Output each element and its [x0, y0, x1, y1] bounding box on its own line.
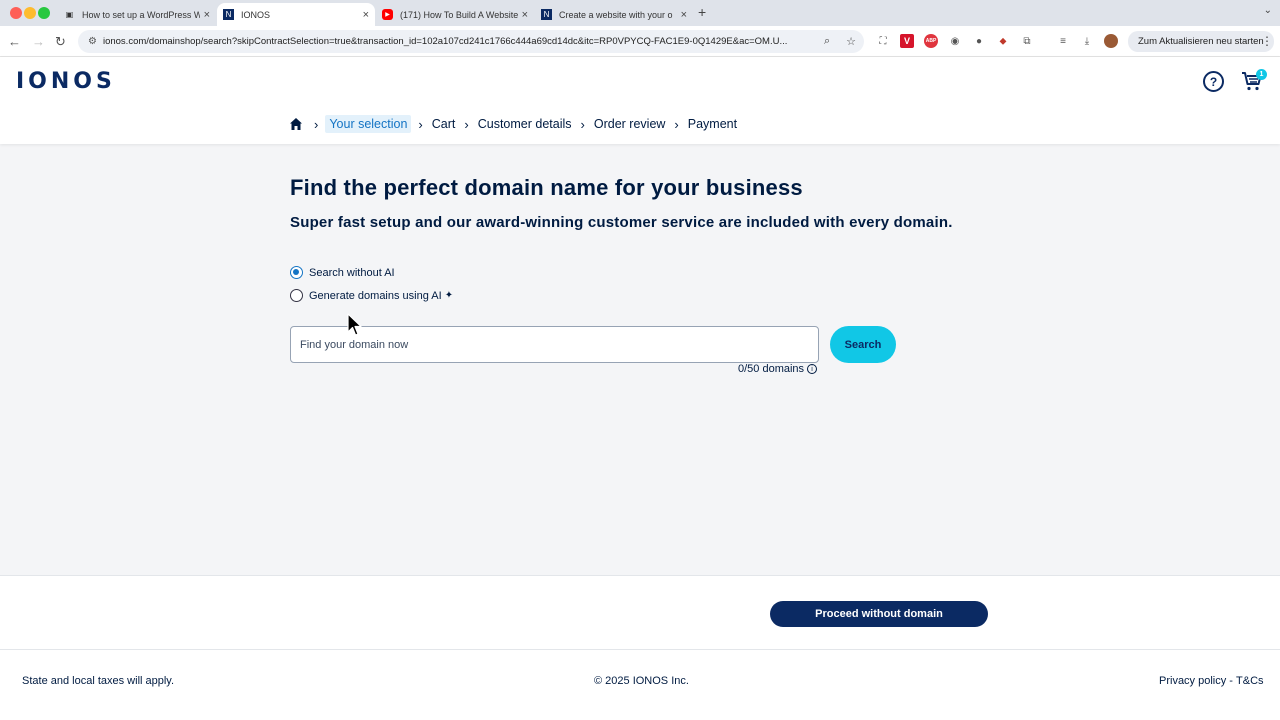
close-window-button[interactable] — [10, 7, 22, 19]
ionos-logo[interactable]: IONOS — [16, 69, 116, 94]
ionos-icon: N — [541, 9, 552, 20]
close-tab-icon[interactable]: × — [522, 9, 528, 21]
chevron-right-icon: › — [464, 116, 469, 132]
taxes-note: State and local taxes will apply. — [22, 675, 175, 687]
puzzle-extensions-icon[interactable]: ⧉ — [1020, 34, 1034, 48]
ionos-icon: N — [223, 9, 234, 20]
radio-generate-with-ai[interactable]: Generate domains using AI ✦ — [290, 289, 453, 302]
grammar-extension-icon[interactable]: ◉ — [948, 34, 962, 48]
chevron-right-icon: › — [314, 116, 319, 132]
pin-extension-icon[interactable]: ⬥ — [996, 34, 1010, 48]
close-tab-icon[interactable]: × — [204, 9, 210, 21]
site-header: IONOS ? 1 › Your selection › Cart › Cust… — [0, 57, 1280, 144]
back-arrow-icon[interactable]: ← — [8, 34, 21, 49]
radio-button-checked[interactable] — [290, 266, 303, 279]
page-title: Find the perfect domain name for your bu… — [290, 175, 803, 200]
address-bar[interactable]: ⚙ ionos.com/domainshop/search?skipContra… — [78, 30, 864, 53]
browser-tab-active[interactable]: N IONOS × — [217, 3, 375, 26]
screenshot-icon[interactable]: ⛶ — [876, 34, 890, 48]
search-button[interactable]: Search — [830, 326, 896, 363]
tab-search-chevron-icon[interactable]: ⌄ — [1264, 5, 1272, 16]
profile-avatar-icon[interactable] — [1104, 34, 1118, 48]
footer-links: Privacy policy - T&Cs — [1159, 675, 1264, 687]
vivaldi-extension-icon[interactable]: V — [900, 34, 914, 48]
footer: State and local taxes will apply. © 2025… — [0, 650, 1280, 720]
proceed-without-domain-button[interactable]: Proceed without domain — [770, 601, 988, 627]
breadcrumb-order-review: Order review — [593, 117, 666, 131]
terms-link[interactable]: T&Cs — [1236, 675, 1264, 687]
adblock-icon[interactable]: ABP — [924, 34, 938, 48]
close-tab-icon[interactable]: × — [681, 9, 687, 21]
cart-count-badge: 1 — [1256, 69, 1267, 80]
browser-tab-bar: ▣ How to set up a WordPress W × N IONOS … — [0, 0, 1280, 26]
footer-link-separator: - — [1226, 675, 1237, 687]
browser-tab[interactable]: N Create a website with your o × — [535, 3, 693, 26]
checkout-breadcrumb: › Your selection › Cart › Customer detai… — [289, 114, 739, 134]
site-settings-icon[interactable]: ⚙ — [88, 36, 97, 47]
privacy-policy-link[interactable]: Privacy policy — [1159, 675, 1226, 687]
forward-arrow-icon[interactable]: → — [32, 34, 45, 49]
help-chat-icon[interactable]: ? — [1203, 71, 1224, 92]
breadcrumb-payment: Payment — [687, 117, 738, 131]
maximize-window-button[interactable] — [38, 7, 50, 19]
browser-toolbar: ← → ↻ ⚙ ionos.com/domainshop/search?skip… — [0, 26, 1280, 57]
radio-search-without-ai[interactable]: Search without AI — [290, 266, 395, 279]
chevron-right-icon: › — [580, 116, 585, 132]
ai-sparkle-icon: ✦ — [444, 290, 454, 301]
chevron-right-icon: › — [418, 116, 423, 132]
breadcrumb-your-selection[interactable]: Your selection — [325, 115, 412, 133]
bottom-action-bar: Proceed without domain — [0, 575, 1280, 650]
new-tab-icon[interactable]: + — [698, 4, 706, 20]
browser-menu-icon[interactable]: ⋮ — [1261, 34, 1273, 48]
info-icon[interactable]: i — [807, 364, 818, 374]
radio-button-unchecked[interactable] — [290, 289, 303, 302]
breadcrumb-customer-details: Customer details — [477, 117, 572, 131]
domain-search-input[interactable] — [290, 326, 819, 363]
close-tab-icon[interactable]: × — [363, 9, 369, 21]
copyright: © 2025 IONOS Inc. — [594, 675, 689, 687]
url-text[interactable]: ionos.com/domainshop/search?skipContract… — [103, 36, 816, 47]
home-icon[interactable] — [289, 117, 303, 131]
domain-count: 0/50 domains i — [738, 363, 818, 375]
page-subtitle: Super fast setup and our award-winning c… — [290, 214, 953, 231]
zoom-icon[interactable]: ⌕ — [824, 35, 830, 48]
mouse-cursor-icon — [347, 313, 362, 336]
extension-icon[interactable]: ● — [972, 34, 986, 48]
breadcrumb-cart: Cart — [431, 117, 456, 131]
browser-tab[interactable]: ▣ How to set up a WordPress W × — [58, 3, 216, 26]
minimize-window-button[interactable] — [24, 7, 36, 19]
reload-icon[interactable]: ↻ — [55, 34, 66, 50]
relaunch-button[interactable]: Zum Aktualisieren neu starten — [1128, 31, 1274, 52]
youtube-icon: ▶ — [382, 9, 393, 20]
chevron-right-icon: › — [674, 116, 679, 132]
notion-icon: ▣ — [65, 10, 74, 19]
bookmark-star-icon[interactable]: ☆ — [846, 35, 856, 48]
reading-list-icon[interactable]: ≡ — [1056, 34, 1070, 48]
browser-tab[interactable]: ▶ (171) How To Build A Website × — [376, 3, 534, 26]
download-icon[interactable]: ⤓ — [1080, 34, 1094, 48]
